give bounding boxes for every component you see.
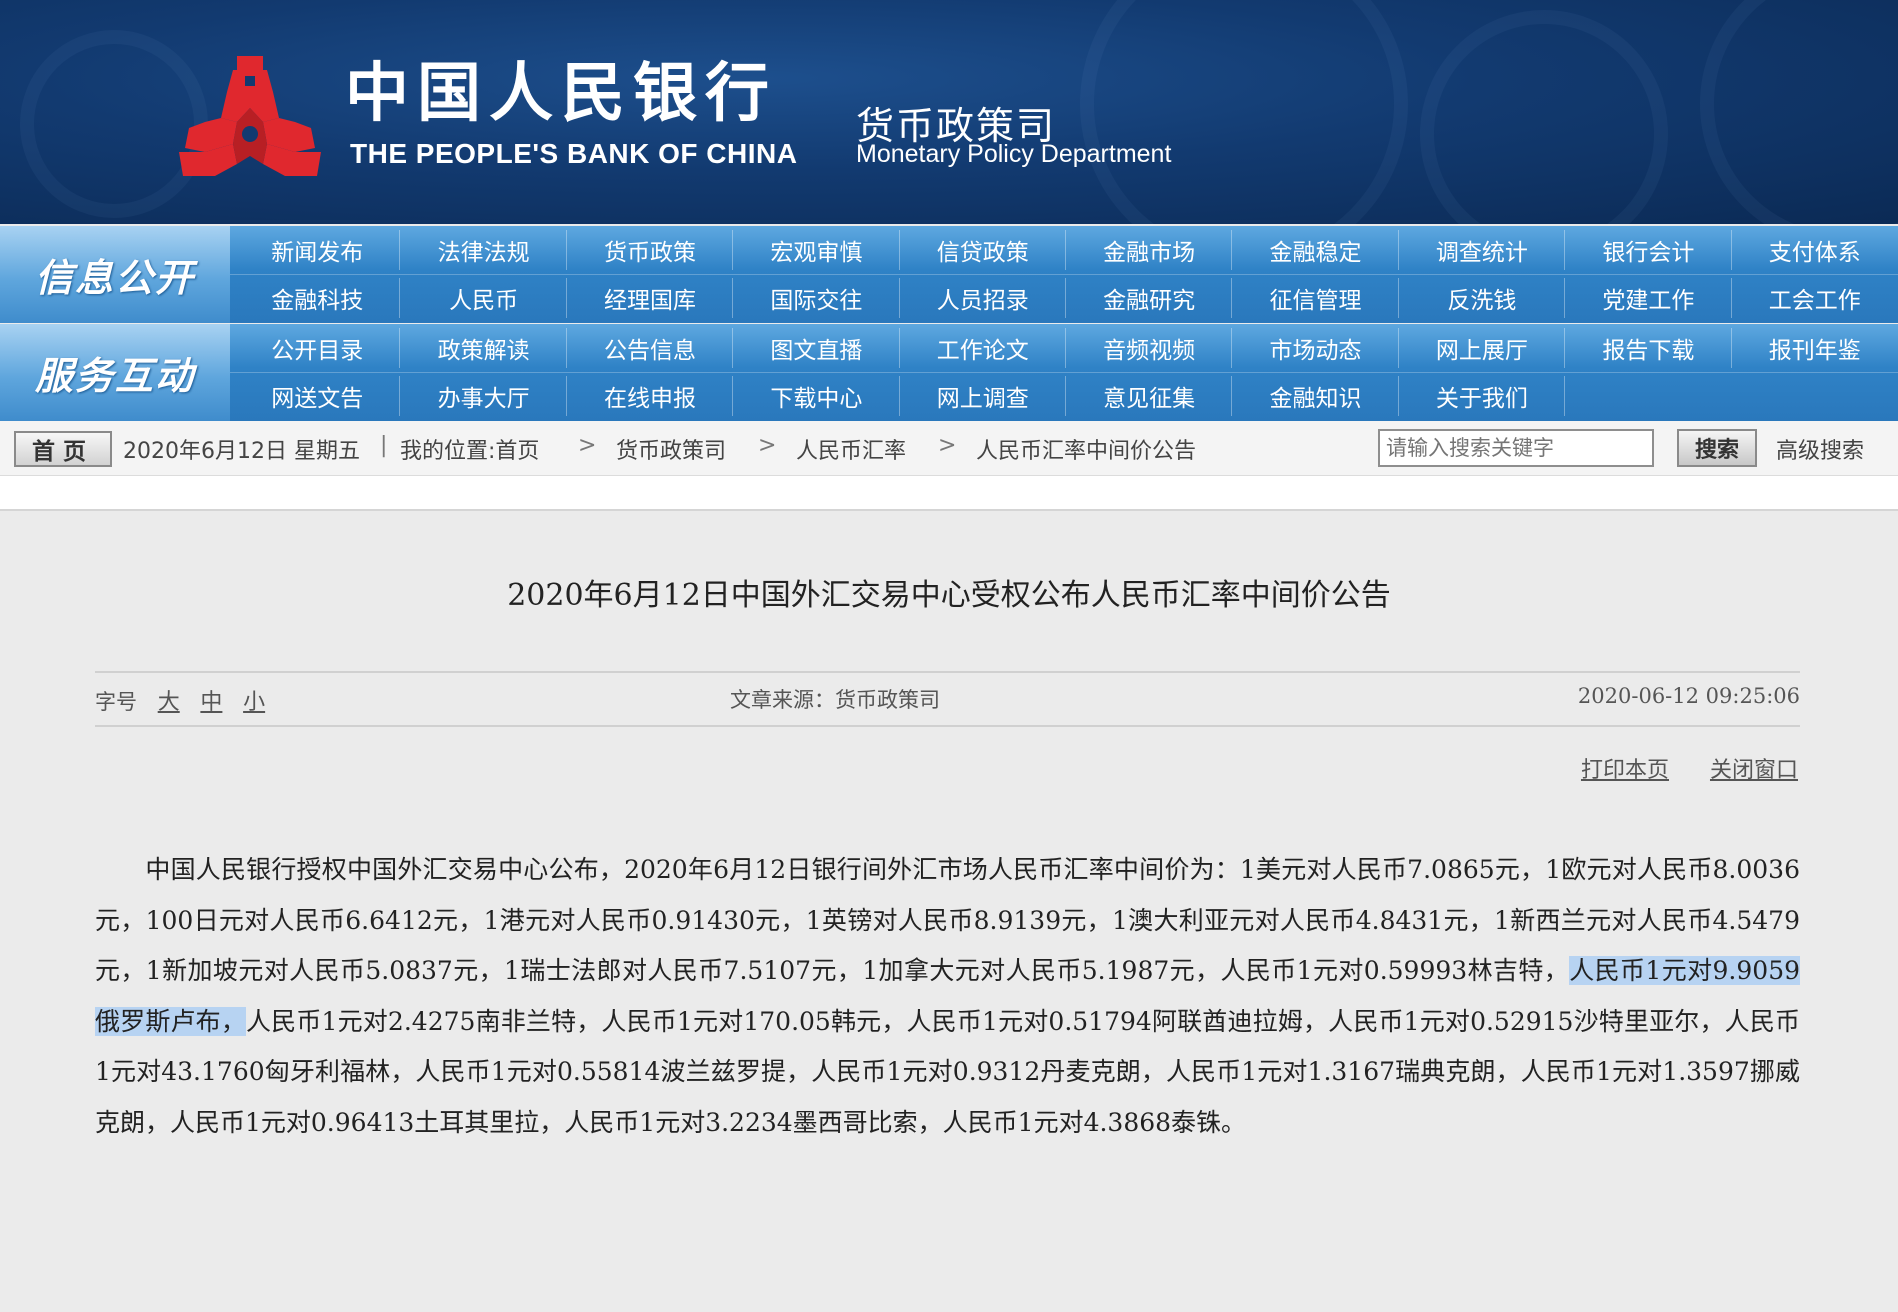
nav-heading-label: 信息公开 (34, 255, 195, 300)
nav-heading-info-disclosure: 信息公开 (0, 226, 230, 323)
nav-item-info-18[interactable]: 党建工作 (1565, 274, 1732, 322)
nav-item-info-2[interactable]: 货币政策 (567, 226, 734, 274)
article-title: 2020年6月12日中国外汇交易中心受权公布人民币汇率中间价公告 (507, 578, 1391, 613)
bank-chinese-name: 中国人民银行 (345, 57, 777, 131)
breadcrumb-divider: | (380, 433, 388, 458)
nav-info-disclosure: 信息公开 新闻发布 法律法规 货币政策 宏观审慎 信贷政策 金融市场 金融稳定 调查统计 银行会… (0, 226, 1898, 323)
nav-item-info-6[interactable]: 金融稳定 (1232, 226, 1400, 274)
banner-decoration (1080, 0, 1408, 224)
nav-item-service-0[interactable]: 公开目录 (234, 324, 401, 372)
department-english-name: Monetary Policy Department (856, 140, 1172, 168)
nav-item-service-1[interactable]: 政策解读 (400, 324, 568, 372)
nav-item-service-7[interactable]: 网上展厅 (1399, 324, 1566, 372)
nav-item-service-8[interactable]: 报告下载 (1565, 324, 1732, 372)
nav-item-info-5[interactable]: 金融市场 (1066, 226, 1233, 274)
pboc-emblem-logo[interactable] (175, 52, 325, 180)
font-size-large[interactable]: 大 (158, 690, 180, 715)
nav-item-info-3[interactable]: 宏观审慎 (733, 226, 900, 274)
search-button[interactable]: 搜索 (1677, 429, 1757, 467)
nav-item-info-17[interactable]: 反洗钱 (1399, 274, 1566, 322)
article-body-text: 人民币1元对2.4275南非兰特，人民币1元对170.05韩元，人民币1元对0.… (95, 1006, 1800, 1137)
nav-item-service-11[interactable]: 办事大厅 (400, 372, 568, 420)
breadcrumb-bar: 首页 2020年6月12日 星期五 | 我的位置:首页 > 货币政策司 > 人民… (0, 421, 1898, 476)
nav-item-service-9[interactable]: 报刊年鉴 (1732, 324, 1898, 372)
banner-decoration (1420, 10, 1668, 224)
nav-item-service-5[interactable]: 音频视频 (1066, 324, 1233, 372)
nav-item-service-10[interactable]: 网送文告 (234, 372, 401, 420)
nav-item-info-0[interactable]: 新闻发布 (234, 226, 401, 274)
nav-item-service-17[interactable]: 关于我们 (1399, 372, 1566, 420)
article-body-text: 中国人民银行授权中国外汇交易中心公布，2020年6月12日银行间外汇市场人民币汇… (95, 855, 1800, 985)
nav-item-info-10[interactable]: 金融科技 (234, 274, 401, 322)
nav-item-service-6[interactable]: 市场动态 (1232, 324, 1400, 372)
divider-line (95, 671, 1800, 673)
bank-english-name: THE PEOPLE'S BANK OF CHINA (350, 138, 798, 169)
font-size-controls: 字号 大 中 小 (95, 684, 265, 716)
search-input[interactable] (1378, 429, 1654, 467)
nav-item-info-8[interactable]: 银行会计 (1565, 226, 1732, 274)
nav-item-info-19[interactable]: 工会工作 (1732, 274, 1898, 322)
nav-item-info-16[interactable]: 征信管理 (1232, 274, 1400, 322)
nav-item-service-12[interactable]: 在线申报 (567, 372, 734, 420)
font-size-label: 字号 (95, 690, 137, 714)
nav-item-info-12[interactable]: 经理国库 (567, 274, 734, 322)
nav-heading-service: 服务互动 (0, 324, 230, 421)
article-tools: 打印本页 关闭窗口 (1547, 752, 1798, 784)
breadcrumb-separator: > (758, 433, 777, 458)
current-date: 2020年6月12日 星期五 (123, 439, 360, 464)
close-window-link[interactable]: 关闭窗口 (1710, 758, 1798, 783)
nav-item-service-15[interactable]: 意见征集 (1066, 372, 1233, 420)
nav-grid-info: 新闻发布 法律法规 货币政策 宏观审慎 信贷政策 金融市场 金融稳定 调查统计 银行会计 支付体系… (234, 226, 1898, 323)
nav-item-service-3[interactable]: 图文直播 (733, 324, 900, 372)
nav-item-service-16[interactable]: 金融知识 (1232, 372, 1400, 420)
nav-service-interaction: 服务互动 公开目录 政策解读 公告信息 图文直播 工作论文 音频视频 市场动态 网上展厅 报告下… (0, 324, 1898, 421)
breadcrumb-separator: > (578, 433, 597, 458)
site-banner: 中国人民银行 THE PEOPLE'S BANK OF CHINA 货币政策司 … (0, 0, 1898, 224)
advanced-search-link[interactable]: 高级搜索 (1776, 433, 1864, 465)
font-size-medium[interactable]: 中 (200, 690, 222, 715)
nav-grid-service: 公开目录 政策解读 公告信息 图文直播 工作论文 音频视频 市场动态 网上展厅 报告下载 报刊年鉴… (234, 324, 1898, 421)
breadcrumb-separator: > (938, 433, 957, 458)
nav-item-info-7[interactable]: 调查统计 (1399, 226, 1566, 274)
nav-item-info-4[interactable]: 信贷政策 (900, 226, 1067, 274)
nav-item-info-13[interactable]: 国际交往 (733, 274, 900, 322)
nav-item-info-15[interactable]: 金融研究 (1066, 274, 1233, 322)
divider-line (95, 725, 1800, 727)
nav-item-info-11[interactable]: 人民币 (400, 274, 568, 322)
breadcrumb-location-home[interactable]: 我的位置:首页 (400, 433, 539, 465)
breadcrumb-item-monetary-policy[interactable]: 货币政策司 (616, 433, 726, 465)
article-timestamp: 2020-06-12 09:25:06 (1577, 684, 1800, 708)
nav-heading-label: 服务互动 (34, 353, 195, 398)
nav-item-service-13[interactable]: 下载中心 (733, 372, 900, 420)
font-size-small[interactable]: 小 (243, 690, 265, 715)
banner-decoration (1700, 0, 1898, 224)
content-top-strip (0, 476, 1898, 511)
breadcrumb-item-central-parity[interactable]: 人民币汇率中间价公告 (976, 433, 1196, 465)
nav-item-info-1[interactable]: 法律法规 (400, 226, 568, 274)
print-page-link[interactable]: 打印本页 (1581, 758, 1669, 783)
nav-item-info-14[interactable]: 人员招录 (900, 274, 1067, 322)
breadcrumb-item-rmb-rate[interactable]: 人民币汇率 (796, 433, 906, 465)
nav-item-service-4[interactable]: 工作论文 (900, 324, 1067, 372)
home-button[interactable]: 首页 (14, 431, 112, 467)
nav-item-service-14[interactable]: 网上调查 (900, 372, 1067, 420)
nav-item-service-2[interactable]: 公告信息 (567, 324, 734, 372)
article-source: 文章来源：货币政策司 (730, 688, 940, 712)
nav-item-info-9[interactable]: 支付体系 (1732, 226, 1898, 274)
article-body: 中国人民银行授权中国外汇交易中心公布，2020年6月12日银行间外汇市场人民币汇… (95, 845, 1801, 1148)
